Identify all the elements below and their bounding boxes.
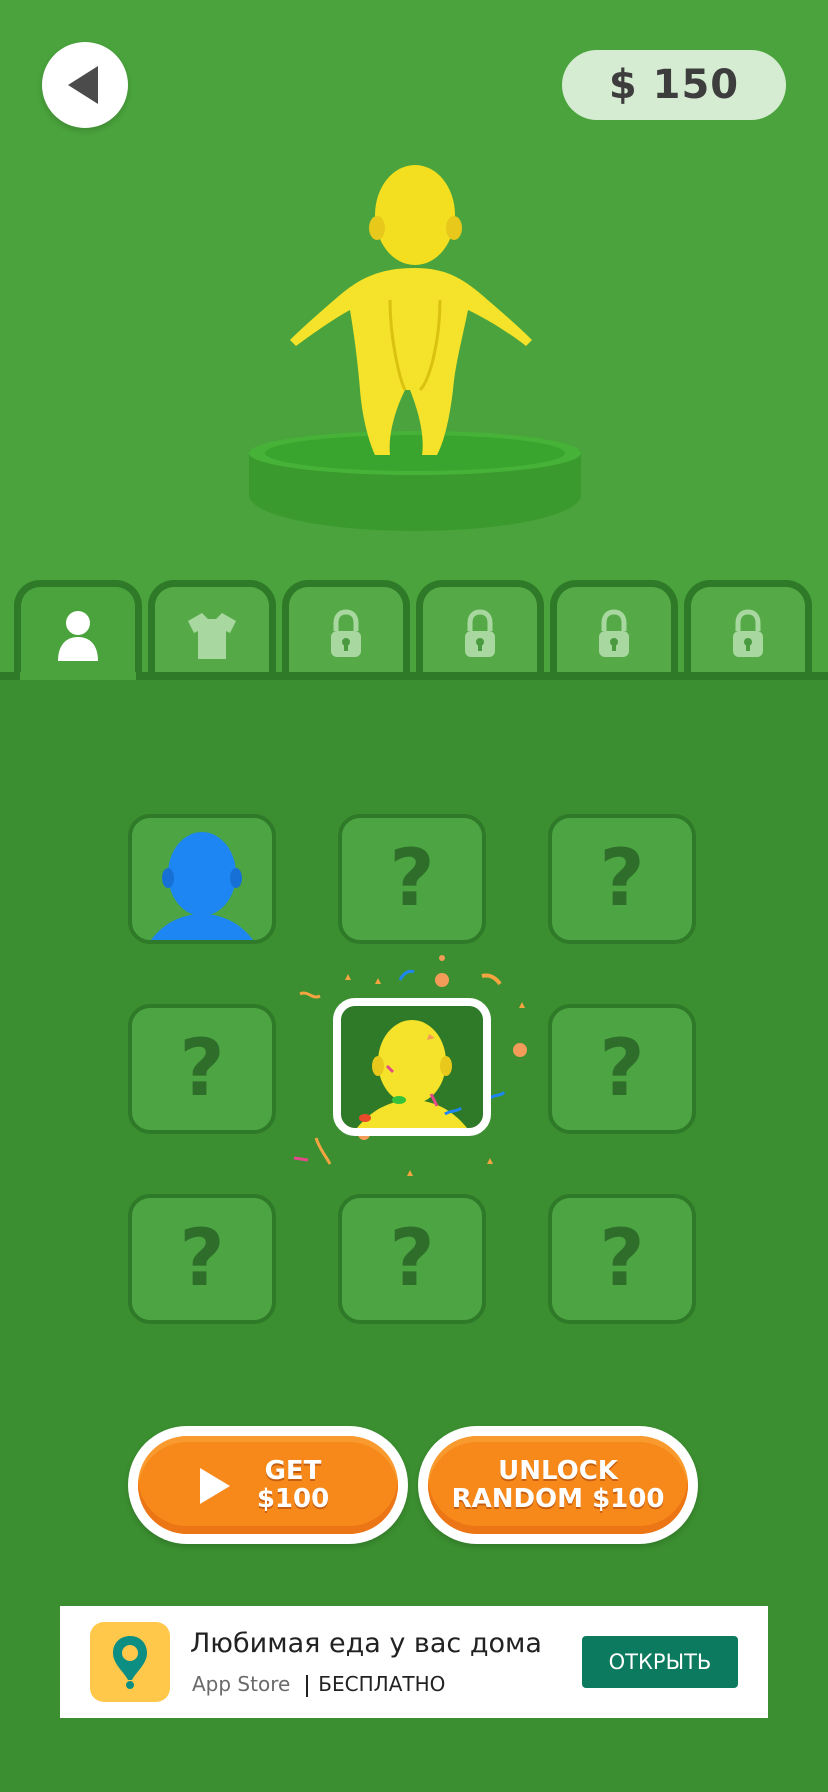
- get-money-button[interactable]: GET $100: [128, 1426, 408, 1544]
- locked-question-mark: ?: [389, 834, 435, 924]
- ad-title: Любимая еда у вас дома: [190, 1628, 542, 1659]
- skin-cell-locked[interactable]: ?: [128, 1004, 276, 1134]
- get-money-line1: GET: [264, 1456, 322, 1486]
- skin-cell-locked[interactable]: ?: [338, 814, 486, 944]
- skin-cell-locked[interactable]: ?: [128, 1194, 276, 1324]
- skin-cell-locked[interactable]: ?: [548, 1004, 696, 1134]
- locked-question-mark: ?: [179, 1024, 225, 1114]
- ad-app-icon: [90, 1622, 170, 1702]
- tab-character[interactable]: [14, 580, 142, 680]
- locked-question-mark: ?: [389, 1214, 435, 1304]
- unlock-random-button-face: UNLOCK RANDOM $100: [428, 1436, 688, 1534]
- unlock-random-line2: RANDOM $100: [451, 1484, 665, 1514]
- person-icon: [58, 611, 98, 661]
- get-money-button-face: GET $100: [138, 1436, 398, 1534]
- location-pin-icon: [113, 1636, 147, 1689]
- active-tab-gap: [20, 672, 136, 680]
- skin-cell-locked[interactable]: ?: [548, 1194, 696, 1324]
- ad-price: БЕСПЛАТНО: [318, 1672, 446, 1696]
- skin-cell-blue[interactable]: [128, 814, 276, 944]
- locked-question-mark: ?: [179, 1214, 225, 1304]
- lock-icon: [733, 609, 763, 657]
- skin-cell-locked[interactable]: ?: [548, 814, 696, 944]
- ad-separator: [306, 1674, 309, 1697]
- locked-question-mark: ?: [599, 1214, 645, 1304]
- yellow-character-thumbnail: [357, 1020, 467, 1128]
- skin-cell-yellow-selected[interactable]: [333, 998, 491, 1136]
- lock-icon: [599, 609, 629, 657]
- shirt-icon: [188, 613, 236, 659]
- play-icon: [200, 1468, 230, 1504]
- tab-locked-3[interactable]: [282, 580, 410, 680]
- lock-icon: [331, 609, 361, 657]
- ad-store-label: App Store: [192, 1672, 291, 1696]
- back-arrow-icon: [68, 66, 98, 104]
- locked-question-mark: ?: [599, 834, 645, 924]
- character-preview: [249, 165, 581, 531]
- ad-open-button[interactable]: ОТКРЫТЬ: [582, 1636, 738, 1688]
- tab-locked-6[interactable]: [684, 580, 812, 680]
- tab-locked-4[interactable]: [416, 580, 544, 680]
- unlock-random-line1: UNLOCK: [498, 1456, 618, 1486]
- get-money-line2: $100: [256, 1484, 330, 1514]
- ad-subtitle: App Store БЕСПЛАТНО: [192, 1672, 445, 1697]
- get-money-label: GET $100: [257, 1457, 329, 1513]
- category-tabs: [0, 580, 828, 680]
- skin-cell-locked[interactable]: ?: [338, 1194, 486, 1324]
- blue-character-thumbnail: [151, 832, 253, 940]
- back-button[interactable]: [42, 42, 128, 128]
- unlock-random-label: UNLOCK RANDOM $100: [452, 1457, 665, 1513]
- lock-icon: [465, 609, 495, 657]
- money-balance: $ 150: [562, 50, 786, 120]
- locked-question-mark: ?: [599, 1024, 645, 1114]
- ad-banner[interactable]: Любимая еда у вас дома App Store БЕСПЛАТН…: [60, 1606, 768, 1718]
- tab-outfit[interactable]: [148, 580, 276, 680]
- tab-locked-5[interactable]: [550, 580, 678, 680]
- unlock-random-button[interactable]: UNLOCK RANDOM $100: [418, 1426, 698, 1544]
